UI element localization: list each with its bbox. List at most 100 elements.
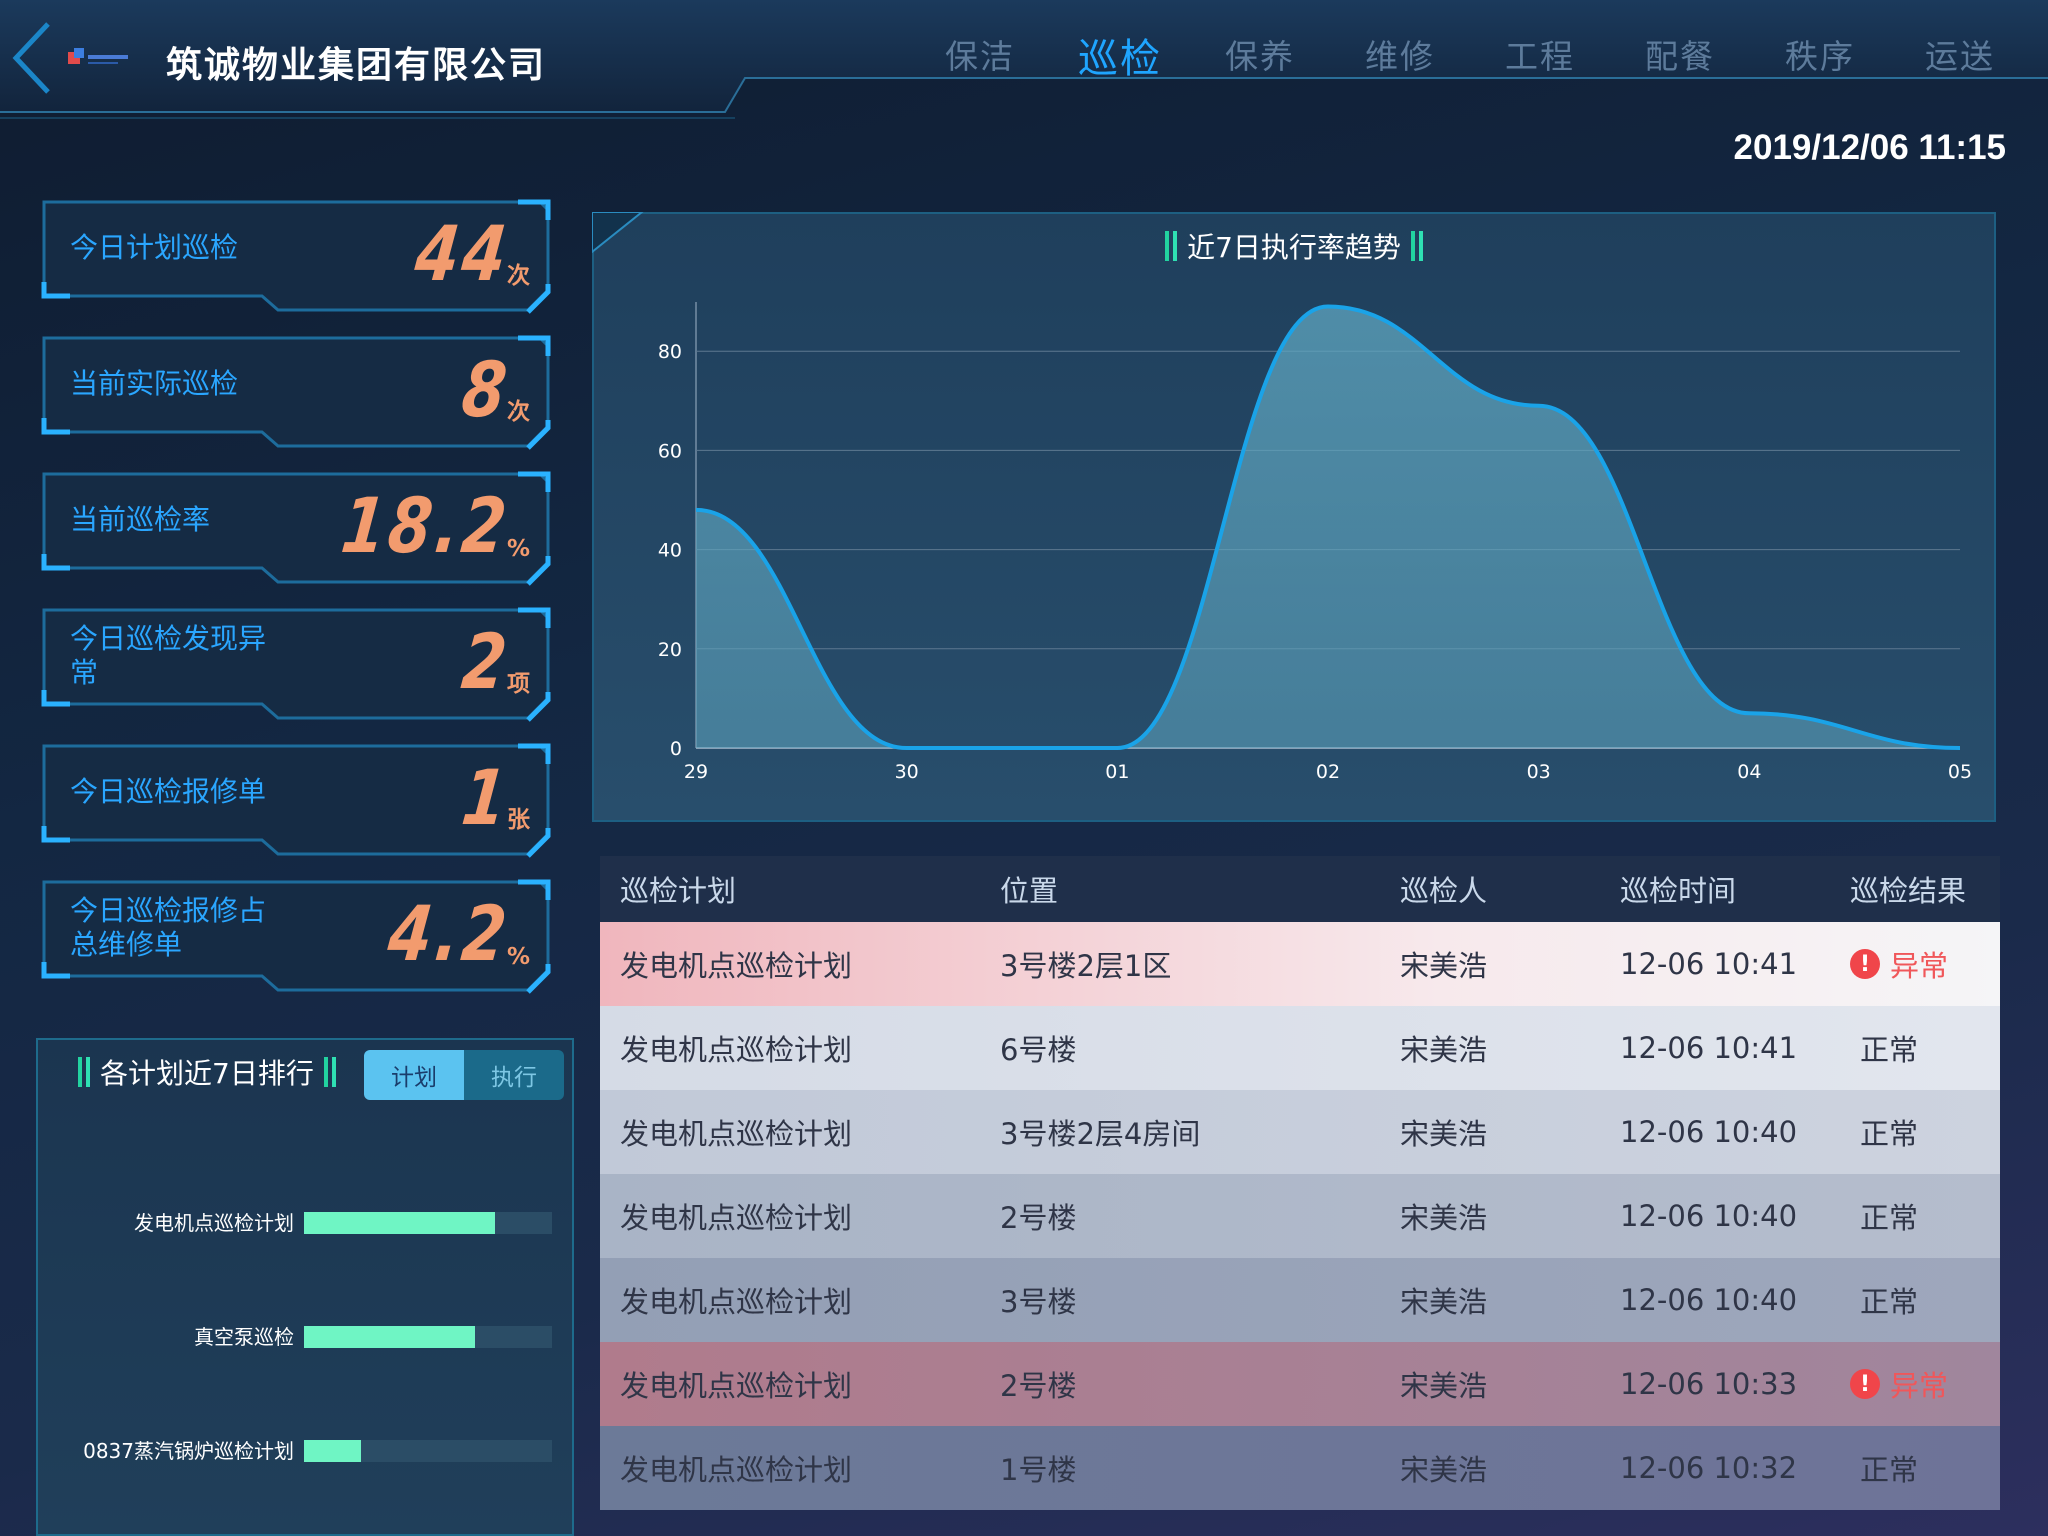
nav-tab-repair[interactable]: 维修 (1330, 30, 1470, 80)
cell-inspector: 宋美浩 (1400, 1117, 1488, 1151)
result-text: 异常 (1890, 1369, 1949, 1403)
cell-result: 正常 (1850, 1447, 2000, 1489)
cell-time: 12-06 10:40 (1620, 1115, 1798, 1149)
x-tick-label: 04 (1737, 761, 1761, 783)
title-deco-icon (1410, 231, 1423, 261)
stat-number: 4.2 (384, 889, 515, 978)
header-bar: 筑诚物业集团有限公司 保洁 巡检 保养 维修 工程 配餐 秩序 运送 (0, 0, 2048, 119)
cell-time: 12-06 10:40 (1620, 1199, 1798, 1233)
chart-title-text: 近7日执行率趋势 (1187, 231, 1401, 264)
nav-tab-engineering[interactable]: 工程 (1470, 30, 1610, 80)
stat-unit: 次 (507, 263, 530, 289)
stat-value: 2 项 (448, 614, 530, 706)
cell-location: 1号楼 (1000, 1453, 1077, 1487)
chart-title: 近7日执行率趋势 (594, 226, 1994, 266)
company-name: 筑诚物业集团有限公司 (166, 45, 547, 86)
nav-tab-maintenance[interactable]: 保养 (1190, 30, 1330, 80)
cell-location: 3号楼2层4房间 (1000, 1117, 1201, 1151)
nav-tab-cleaning[interactable]: 保洁 (910, 30, 1050, 80)
table-row[interactable]: 发电机点巡检计划 6号楼 宋美浩 12-06 10:41 正常 (600, 1006, 2000, 1090)
col-header-time: 巡检时间 (1620, 874, 1737, 908)
table-row[interactable]: 发电机点巡检计划 3号楼2层1区 宋美浩 12-06 10:41! 异常 (600, 922, 2000, 1006)
result-text: 正常 (1860, 1453, 1919, 1487)
x-tick-label: 03 (1527, 761, 1551, 783)
ranking-bar-fill (304, 1212, 495, 1234)
back-button[interactable] (6, 18, 56, 98)
ranking-item-name: 0837蒸汽锅炉巡检计划 (83, 1439, 294, 1463)
result-text: 正常 (1860, 1033, 1919, 1067)
stat-value: 1 张 (448, 750, 530, 842)
table-header: 巡检计划 位置 巡检人 巡检时间 巡检结果 (600, 856, 2000, 922)
ranking-panel: 各计划近7日排行 计划 执行 发电机点巡检计划 真空泵巡检 0837蒸汽锅炉巡检… (36, 1038, 574, 1536)
stat-label: 当前巡检率 (70, 503, 211, 536)
stat-label: 今日巡检报修单 (70, 775, 267, 808)
stat-card-planned: 今日计划巡检 44 次 (40, 198, 552, 314)
stat-label: 当前实际巡检 (70, 367, 239, 400)
table-row[interactable]: 发电机点巡检计划 2号楼 宋美浩 12-06 10:33! 异常 (600, 1342, 2000, 1426)
y-tick-label: 20 (658, 639, 682, 661)
col-header-inspector: 巡检人 (1400, 874, 1488, 908)
cell-inspector: 宋美浩 (1400, 1033, 1488, 1067)
stat-value: 8 次 (448, 342, 530, 434)
cell-plan: 发电机点巡检计划 (620, 1117, 853, 1151)
cell-plan: 发电机点巡检计划 (620, 949, 853, 983)
col-header-plan: 巡检计划 (620, 874, 737, 908)
warning-icon: ! (1850, 949, 1880, 979)
stat-number: 2 (458, 617, 515, 706)
y-tick-label: 40 (658, 540, 682, 562)
dashboard: 筑诚物业集团有限公司 保洁 巡检 保养 维修 工程 配餐 秩序 运送 2019/… (0, 0, 2048, 1536)
cell-location: 2号楼 (1000, 1369, 1077, 1403)
cell-inspector: 宋美浩 (1400, 1201, 1488, 1235)
cell-result: 正常 (1850, 1279, 2000, 1321)
nav-tab-inspection[interactable]: 巡检 (1050, 26, 1190, 82)
table-row[interactable]: 发电机点巡检计划 3号楼 宋美浩 12-06 10:40 正常 (600, 1258, 2000, 1342)
stat-number: 1 (458, 753, 515, 842)
stat-value: 18.2 % (301, 478, 530, 570)
nav-tab-order[interactable]: 秩序 (1750, 30, 1890, 80)
result-text: 异常 (1890, 949, 1949, 983)
stat-unit: % (506, 536, 530, 562)
ranking-row: 0837蒸汽锅炉巡检计划 (38, 1436, 576, 1466)
table-row[interactable]: 发电机点巡检计划 3号楼2层4房间 宋美浩 12-06 10:40 正常 (600, 1090, 2000, 1174)
nav-tab-transport[interactable]: 运送 (1890, 30, 2030, 80)
plan-exec-toggle: 计划 执行 (364, 1050, 564, 1100)
y-tick-label: 0 (670, 738, 682, 760)
trend-chart-panel: 0 20 40 60 80 29 30 01 02 03 04 05 近7日执行率趋势 (592, 212, 1996, 822)
x-tick-label: 01 (1105, 761, 1129, 783)
stat-card-repair-ratio: 今日巡检报修占总维修单 4.2 % (40, 878, 552, 994)
ranking-title-text: 各计划近7日排行 (100, 1057, 314, 1090)
ranking-bar-track (304, 1212, 552, 1234)
warning-icon: ! (1850, 1369, 1880, 1399)
cell-result: ! 异常 (1850, 1363, 2000, 1405)
top-nav: 保洁 巡检 保养 维修 工程 配餐 秩序 运送 (910, 30, 2030, 82)
stat-card-repair-orders: 今日巡检报修单 1 张 (40, 742, 552, 858)
cell-time: 12-06 10:40 (1620, 1283, 1798, 1317)
stat-number: 18.2 (337, 481, 515, 570)
ranking-row: 真空泵巡检 (38, 1322, 576, 1352)
ranking-bar-fill (304, 1440, 362, 1462)
ranking-item-name: 真空泵巡检 (194, 1325, 294, 1349)
toggle-plan-button[interactable]: 计划 (364, 1050, 464, 1100)
cell-location: 2号楼 (1000, 1201, 1077, 1235)
cell-location: 3号楼 (1000, 1285, 1077, 1319)
table-row[interactable]: 发电机点巡检计划 2号楼 宋美浩 12-06 10:40 正常 (600, 1174, 2000, 1258)
cell-result: 正常 (1850, 1027, 2000, 1069)
ranking-item-name: 发电机点巡检计划 (134, 1211, 294, 1235)
chevron-left-icon (12, 22, 50, 94)
col-header-location: 位置 (1000, 874, 1059, 908)
stat-unit: % (506, 944, 530, 970)
cell-result: 正常 (1850, 1195, 2000, 1237)
result-text: 正常 (1860, 1201, 1919, 1235)
cell-result: ! 异常 (1850, 943, 2000, 985)
title-deco-icon (323, 1057, 336, 1087)
company-logo (66, 46, 130, 70)
cell-time: 12-06 10:41 (1620, 947, 1798, 981)
toggle-exec-button[interactable]: 执行 (464, 1050, 564, 1100)
cell-time: 12-06 10:32 (1620, 1451, 1798, 1485)
cell-result: 正常 (1850, 1111, 2000, 1153)
stat-unit: 项 (507, 671, 530, 697)
table-row[interactable]: 发电机点巡检计划 1号楼 宋美浩 12-06 10:32 正常 (600, 1426, 2000, 1510)
cell-location: 3号楼2层1区 (1000, 949, 1172, 983)
x-tick-label: 30 (895, 761, 919, 783)
nav-tab-catering[interactable]: 配餐 (1610, 30, 1750, 80)
